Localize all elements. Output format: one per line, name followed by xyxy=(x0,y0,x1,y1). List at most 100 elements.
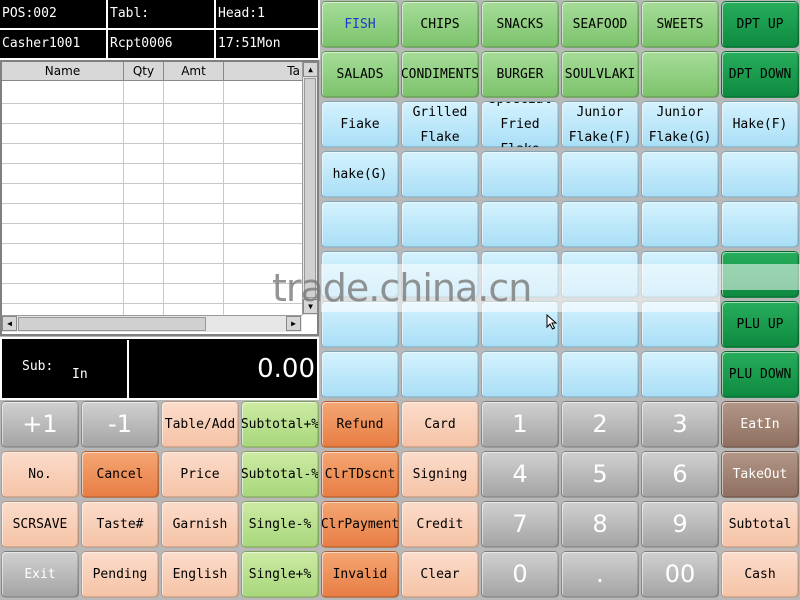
invalid-button[interactable]: Invalid xyxy=(321,551,399,598)
key-2[interactable]: 2 xyxy=(561,401,639,448)
horizontal-scroll-thumb[interactable] xyxy=(18,317,206,331)
key-7[interactable]: 7 xyxy=(481,501,559,548)
dept-snacks-button[interactable]: SNACKS xyxy=(481,1,559,48)
dept-condiments-button[interactable]: CONDIMENTS xyxy=(401,51,479,98)
head-count: Head:1 xyxy=(216,0,320,30)
key-8[interactable]: 8 xyxy=(561,501,639,548)
dept-fish-button[interactable]: FISH xyxy=(321,1,399,48)
column-amt[interactable]: Amt xyxy=(164,62,224,81)
plu-empty-button[interactable] xyxy=(321,351,399,398)
subtotal-button[interactable]: Subtotal xyxy=(721,501,799,548)
plu-empty-button[interactable] xyxy=(721,151,799,198)
scroll-right-icon[interactable]: ▶ xyxy=(286,316,301,331)
plu-down-button[interactable]: PLU DOWN xyxy=(721,351,799,398)
plu-junior-flake-g-button[interactable]: Junior Flake(G) xyxy=(641,101,719,148)
price-button[interactable]: Price xyxy=(161,451,239,498)
english-button[interactable]: English xyxy=(161,551,239,598)
plu-empty-button[interactable] xyxy=(561,201,639,248)
table-add-button[interactable]: Table/Add xyxy=(161,401,239,448)
minus-one-button[interactable]: -1 xyxy=(81,401,159,448)
plu-hake-g-button[interactable]: hake(G) xyxy=(321,151,399,198)
plu-junior-flake-f-button[interactable]: Junior Flake(F) xyxy=(561,101,639,148)
key-double-zero[interactable]: 00 xyxy=(641,551,719,598)
scroll-left-icon[interactable]: ◀ xyxy=(2,316,17,331)
plu-empty-button[interactable] xyxy=(401,201,479,248)
column-tax[interactable]: Ta xyxy=(224,62,302,81)
dept-seafood-button[interactable]: SEAFOOD xyxy=(561,1,639,48)
credit-button[interactable]: Credit xyxy=(401,501,479,548)
plu-empty-button[interactable] xyxy=(641,201,719,248)
order-mode: In xyxy=(72,367,88,382)
cancel-button[interactable]: Cancel xyxy=(81,451,159,498)
plu-empty-button[interactable] xyxy=(321,201,399,248)
grid-row-line xyxy=(2,203,302,204)
grid-row-line xyxy=(2,163,302,164)
refund-button[interactable]: Refund xyxy=(321,401,399,448)
plu-empty-button[interactable] xyxy=(401,151,479,198)
grid-header: Name Qty Amt Ta xyxy=(2,62,302,81)
plu-empty-button[interactable] xyxy=(561,351,639,398)
single-plus-percent-button[interactable]: Single+% xyxy=(241,551,319,598)
plu-empty-button[interactable] xyxy=(401,351,479,398)
screensaver-button[interactable]: SCRSAVE xyxy=(1,501,79,548)
dept-soulvlaki-button[interactable]: SOULVLAKI xyxy=(561,51,639,98)
subtotal-label: Sub: xyxy=(22,359,54,374)
grid-divider xyxy=(223,81,224,315)
take-out-button[interactable]: TakeOut xyxy=(721,451,799,498)
grid-row-line xyxy=(2,123,302,124)
signing-button[interactable]: Signing xyxy=(401,451,479,498)
key-9[interactable]: 9 xyxy=(641,501,719,548)
subtotal-minus-percent-button[interactable]: Subtotal-% xyxy=(241,451,319,498)
grid-divider xyxy=(123,81,124,315)
horizontal-scrollbar[interactable]: ◀ ▶ xyxy=(2,315,302,332)
watermark-text: trade.china.cn xyxy=(272,266,532,310)
grid-row-line xyxy=(2,143,302,144)
scroll-up-icon[interactable]: ▲ xyxy=(303,62,318,77)
plu-fiake-button[interactable]: Fiake xyxy=(321,101,399,148)
plu-empty-button[interactable] xyxy=(641,351,719,398)
garnish-button[interactable]: Garnish xyxy=(161,501,239,548)
plu-special-fried-flake-button[interactable]: Spoecial Fried Flake xyxy=(481,101,559,148)
key-4[interactable]: 4 xyxy=(481,451,559,498)
dept-sweets-button[interactable]: SWEETS xyxy=(641,1,719,48)
key-1[interactable]: 1 xyxy=(481,401,559,448)
dept-burger-button[interactable]: BURGER xyxy=(481,51,559,98)
plu-hake-f-button[interactable]: Hake(F) xyxy=(721,101,799,148)
subtotal-plus-percent-button[interactable]: Subtotal+% xyxy=(241,401,319,448)
dept-up-button[interactable]: DPT UP xyxy=(721,1,799,48)
clear-payment-button[interactable]: ClrPayment xyxy=(321,501,399,548)
card-button[interactable]: Card xyxy=(401,401,479,448)
dept-chips-button[interactable]: CHIPS xyxy=(401,1,479,48)
key-5[interactable]: 5 xyxy=(561,451,639,498)
dept-down-button[interactable]: DPT DOWN xyxy=(721,51,799,98)
column-qty[interactable]: Qty xyxy=(124,62,164,81)
pos-number: POS:002 xyxy=(0,0,108,30)
single-minus-percent-button[interactable]: Single-% xyxy=(241,501,319,548)
plu-empty-button[interactable] xyxy=(721,201,799,248)
plu-empty-button[interactable] xyxy=(481,351,559,398)
cash-button[interactable]: Cash xyxy=(721,551,799,598)
clear-discount-button[interactable]: ClrTDscnt xyxy=(321,451,399,498)
clear-button[interactable]: Clear xyxy=(401,551,479,598)
exit-button[interactable]: Exit xyxy=(1,551,79,598)
pending-button[interactable]: Pending xyxy=(81,551,159,598)
column-name[interactable]: Name xyxy=(2,62,124,81)
plu-up-button[interactable]: PLU UP xyxy=(721,301,799,348)
taste-button[interactable]: Taste# xyxy=(81,501,159,548)
key-3[interactable]: 3 xyxy=(641,401,719,448)
key-0[interactable]: 0 xyxy=(481,551,559,598)
dept-salads-button[interactable]: SALADS xyxy=(321,51,399,98)
plu-empty-button[interactable] xyxy=(641,151,719,198)
grid-row-line xyxy=(2,283,302,284)
plus-one-button[interactable]: +1 xyxy=(1,401,79,448)
dept-empty-button[interactable] xyxy=(641,51,719,98)
plu-grilled-flake-button[interactable]: Grilled Flake xyxy=(401,101,479,148)
number-button[interactable]: No. xyxy=(1,451,79,498)
plu-empty-button[interactable] xyxy=(481,151,559,198)
vertical-scroll-thumb[interactable] xyxy=(304,78,316,298)
key-6[interactable]: 6 xyxy=(641,451,719,498)
plu-empty-button[interactable] xyxy=(481,201,559,248)
plu-empty-button[interactable] xyxy=(561,151,639,198)
key-decimal[interactable]: . xyxy=(561,551,639,598)
eat-in-button[interactable]: EatIn xyxy=(721,401,799,448)
